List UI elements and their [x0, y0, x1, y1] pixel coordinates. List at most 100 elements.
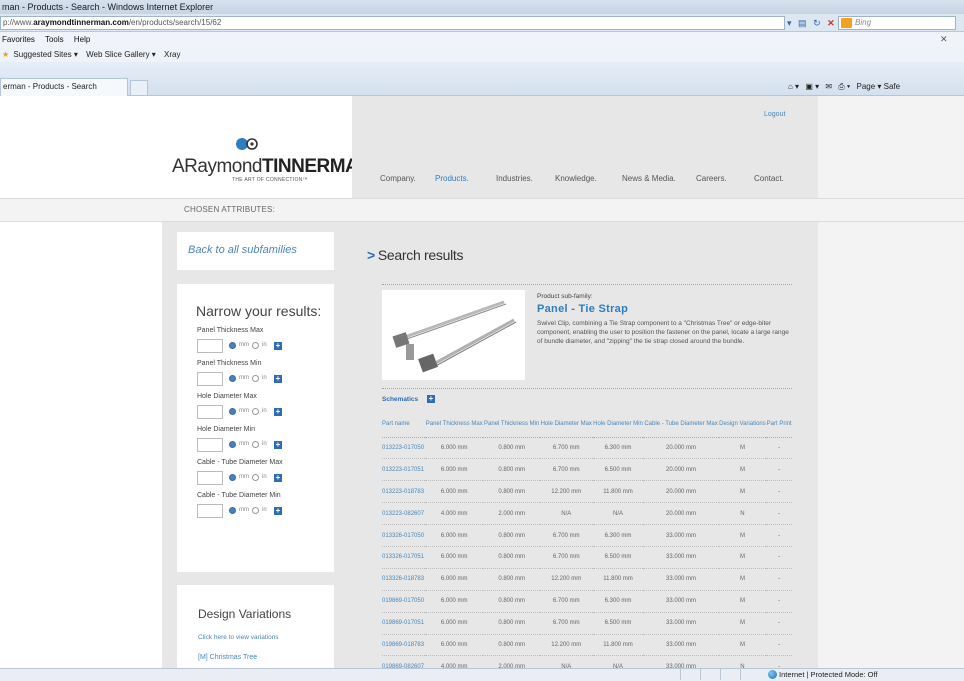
- view-variations-link[interactable]: Click here to view variations: [198, 634, 279, 641]
- unit-in-radio[interactable]: [252, 441, 259, 448]
- plus-icon[interactable]: +: [274, 441, 282, 449]
- filter-value-input[interactable]: [197, 504, 223, 518]
- table-row[interactable]: 019869-018783 6.000 mm 0.800 mm 12.200 mm 11…: [382, 634, 792, 657]
- plus-icon[interactable]: +: [274, 375, 282, 383]
- logout-link[interactable]: Logout: [764, 111, 785, 118]
- unit-mm-radio[interactable]: [229, 375, 236, 382]
- filter-value-input[interactable]: [197, 438, 223, 452]
- table-cell: N: [718, 502, 767, 526]
- nav-news-media[interactable]: News & Media.: [622, 174, 676, 183]
- part-name-link[interactable]: 019869-017050: [382, 590, 426, 613]
- logo-wordmark[interactable]: ARaymondTINNERMAN: [172, 156, 372, 178]
- filter-value-input[interactable]: [197, 405, 223, 419]
- part-name-link[interactable]: 013223-017050: [382, 437, 426, 460]
- design-variation-item[interactable]: [M] Christmas Tree: [198, 654, 257, 661]
- table-row[interactable]: 013223-017051 6.000 mm 0.800 mm 6.700 mm 6.5…: [382, 458, 792, 482]
- feeds-icon[interactable]: ▣ ▾: [805, 82, 819, 91]
- page-menu[interactable]: Page ▾ Safe: [857, 82, 901, 91]
- new-tab-button[interactable]: [130, 80, 148, 96]
- back-to-subfamilies-link[interactable]: Back to all subfamilies: [188, 244, 297, 256]
- table-cell: 33.000 mm: [643, 546, 719, 569]
- column-header[interactable]: Panel Thickness Min: [483, 413, 540, 438]
- table-cell: 6.000 mm: [425, 590, 484, 613]
- table-row[interactable]: 013223-017050 6.000 mm 0.800 mm 6.700 mm 6.3…: [382, 437, 792, 460]
- xray-link[interactable]: Xray: [164, 50, 180, 59]
- table-cell: 0.800 mm: [483, 612, 540, 635]
- plus-icon[interactable]: +: [427, 395, 435, 403]
- table-row[interactable]: 013223-082607 4.000 mm 2.000 mm N/A N/A 20.00…: [382, 502, 792, 526]
- unit-mm-radio[interactable]: [229, 441, 236, 448]
- menu-help[interactable]: Help: [74, 35, 90, 44]
- plus-icon[interactable]: +: [274, 474, 282, 482]
- menu-favorites[interactable]: Favorites: [2, 35, 35, 44]
- menu-tools[interactable]: Tools: [45, 35, 64, 44]
- column-header[interactable]: Hole Diameter Min: [592, 413, 644, 438]
- table-row[interactable]: 013326-018783 6.000 mm 0.800 mm 12.200 mm 11…: [382, 568, 792, 591]
- table-cell: 12.200 mm: [539, 568, 593, 591]
- nav-knowledge[interactable]: Knowledge.: [555, 174, 597, 183]
- nav-industries[interactable]: Industries.: [496, 174, 533, 183]
- table-row[interactable]: 013326-017050 6.000 mm 0.800 mm 6.700 mm 6.3…: [382, 524, 792, 547]
- table-row[interactable]: 019869-017051 6.000 mm 0.800 mm 6.700 mm 6.5…: [382, 612, 792, 635]
- unit-in-radio[interactable]: [252, 342, 259, 349]
- column-header[interactable]: Hole Diameter Max: [539, 413, 593, 438]
- part-name-link[interactable]: 019869-017051: [382, 612, 426, 635]
- column-header[interactable]: Design Variations: [718, 413, 767, 438]
- subfamily-name[interactable]: Panel - Tie Strap: [537, 303, 628, 315]
- table-row[interactable]: 013223-018783 6.000 mm 0.800 mm 12.200 mm 11…: [382, 480, 792, 504]
- nav-products[interactable]: Products.: [435, 174, 469, 183]
- part-name-link[interactable]: 013223-017051: [382, 458, 426, 482]
- web-slice-gallery-link[interactable]: Web Slice Gallery ▾: [86, 50, 156, 59]
- unit-mm-radio[interactable]: [229, 342, 236, 349]
- nav-company[interactable]: Company.: [380, 174, 416, 183]
- compat-icon[interactable]: ▤: [798, 18, 807, 28]
- column-header[interactable]: Panel Thickness Max: [425, 413, 484, 438]
- column-header[interactable]: Part name: [382, 413, 426, 438]
- unit-in-radio[interactable]: [252, 507, 259, 514]
- part-name-link[interactable]: 013326-017050: [382, 524, 426, 547]
- filter-value-input[interactable]: [197, 339, 223, 353]
- search-input[interactable]: Bing: [838, 16, 956, 30]
- table-cell: 20.000 mm: [643, 458, 719, 482]
- nav-contact[interactable]: Contact.: [754, 174, 784, 183]
- dropdown-icon[interactable]: ▾: [787, 18, 792, 28]
- filter-value-input[interactable]: [197, 372, 223, 386]
- unit-in-radio[interactable]: [252, 408, 259, 415]
- unit-mm-radio[interactable]: [229, 474, 236, 481]
- unit-in-radio[interactable]: [252, 474, 259, 481]
- part-name-link[interactable]: 019869-018783: [382, 634, 426, 657]
- favorites-star-icon: ★: [2, 50, 10, 59]
- print-icon[interactable]: ⎙ ▾: [838, 82, 850, 91]
- table-cell: 6.500 mm: [592, 612, 644, 635]
- table-row[interactable]: 019869-017050 6.000 mm 0.800 mm 6.700 mm 6.3…: [382, 590, 792, 613]
- schematics-label[interactable]: Schematics: [382, 396, 418, 403]
- table-row[interactable]: 013326-017051 6.000 mm 0.800 mm 6.700 mm 6.5…: [382, 546, 792, 569]
- close-icon[interactable]: ✕: [940, 32, 948, 47]
- url-field[interactable]: p://www.araymondtinnerman.com/en/product…: [0, 16, 785, 30]
- unit-mm-radio[interactable]: [229, 408, 236, 415]
- part-name-link[interactable]: 013223-018783: [382, 480, 426, 504]
- mail-icon[interactable]: ✉: [825, 82, 832, 91]
- tab-current[interactable]: erman - Products - Search: [0, 78, 128, 96]
- plus-icon[interactable]: +: [274, 408, 282, 416]
- product-image[interactable]: [382, 290, 525, 380]
- plus-icon[interactable]: +: [274, 342, 282, 350]
- nav-careers[interactable]: Careers.: [696, 174, 727, 183]
- plus-icon[interactable]: +: [274, 507, 282, 515]
- refresh-icon[interactable]: ↻: [813, 18, 821, 28]
- suggested-sites-link[interactable]: Suggested Sites ▾: [13, 50, 78, 59]
- home-icon[interactable]: ⌂ ▾: [788, 82, 799, 91]
- unit-in-label: in: [262, 408, 267, 414]
- unit-mm-radio[interactable]: [229, 507, 236, 514]
- logo-icon[interactable]: [234, 136, 260, 152]
- status-divider: [740, 669, 741, 680]
- part-name-link[interactable]: 013326-018783: [382, 568, 426, 591]
- part-name-link[interactable]: 013223-082607: [382, 502, 426, 526]
- part-name-link[interactable]: 013326-017051: [382, 546, 426, 569]
- stop-icon[interactable]: ✕: [827, 18, 835, 28]
- column-header[interactable]: Part Print: [766, 413, 792, 438]
- filter-value-input[interactable]: [197, 471, 223, 485]
- column-header[interactable]: Cable - Tube Diameter Max: [643, 413, 719, 438]
- unit-in-radio[interactable]: [252, 375, 259, 382]
- tab-bar: erman - Products - Search ⌂ ▾ ▣ ▾ ✉ ⎙ ▾ …: [0, 62, 964, 96]
